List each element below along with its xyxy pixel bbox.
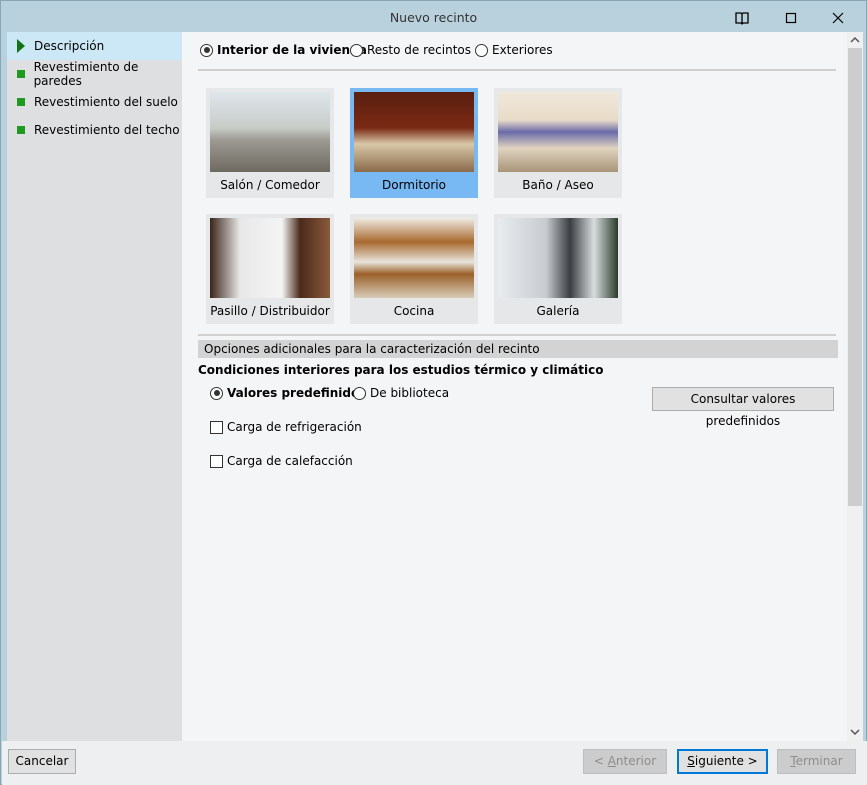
room-tile-pasillo[interactable]: Pasillo / Distribuidor [206, 214, 334, 324]
radio-label: De biblioteca [370, 386, 450, 400]
radio-circle[interactable] [353, 386, 366, 400]
help-book-icon[interactable] [734, 10, 750, 26]
room-tile-galeria[interactable]: Galería [494, 214, 622, 324]
divider [198, 334, 836, 336]
vertical-scrollbar[interactable] [847, 32, 863, 741]
step-label: Revestimiento del techo [34, 123, 180, 137]
finish-button[interactable]: Terminar [777, 749, 856, 774]
label: nterior [615, 754, 657, 768]
maximize-icon[interactable] [783, 10, 799, 26]
current-step-arrow-icon [17, 39, 25, 53]
previous-button[interactable]: < Anterior [583, 749, 667, 774]
radio-circle[interactable] [350, 43, 363, 57]
consult-defaults-button[interactable]: Consultar valores predefinidos [652, 387, 834, 428]
step-label: Revestimiento de paredes [33, 60, 139, 88]
dialog-window: Nuevo recinto Descripción Revestimiento … [0, 0, 867, 785]
divider [198, 69, 836, 71]
tile-label: Pasillo / Distribuidor [210, 304, 330, 318]
salon-image [210, 92, 330, 172]
conditions-title: Condiciones interiores para los estudios… [198, 363, 604, 377]
tile-label: Baño / Aseo [522, 178, 594, 192]
radio-resto[interactable]: Resto de recintos [350, 43, 471, 57]
radio-interior[interactable]: Interior de la vivienda [200, 43, 367, 57]
step-label: Revestimiento del suelo [34, 95, 178, 109]
step-descripcion[interactable]: Descripción [7, 32, 182, 60]
room-tile-cocina[interactable]: Cocina [350, 214, 478, 324]
room-tile-bano[interactable]: Baño / Aseo [494, 88, 622, 198]
radio-label: Interior de la vivienda [217, 43, 367, 57]
tile-label: Cocina [393, 304, 435, 318]
radio-biblioteca[interactable]: De biblioteca [353, 386, 449, 400]
label: iguiente > [694, 754, 758, 768]
content-panel: Interior de la vivienda Resto de recinto… [182, 32, 847, 741]
step-techo[interactable]: Revestimiento del techo [7, 116, 182, 144]
step-square-icon [17, 126, 25, 134]
step-square-icon [17, 70, 25, 78]
step-suelo[interactable]: Revestimiento del suelo [7, 88, 182, 116]
tile-label: Salón / Comedor [220, 178, 320, 192]
dormitorio-image [354, 92, 474, 172]
radio-circle[interactable] [200, 43, 213, 57]
wizard-steps: Descripción Revestimiento de paredes Rev… [7, 32, 182, 741]
radio-predefinidos[interactable]: Valores predefinidos [210, 386, 366, 400]
radio-label: Exteriores [492, 43, 553, 57]
tile-label: Dormitorio [382, 178, 446, 192]
radio-circle[interactable] [210, 386, 223, 400]
checkbox-label: Carga de calefacción [227, 454, 353, 468]
bano-image [498, 92, 618, 172]
label: A [607, 754, 616, 768]
room-tile-salon[interactable]: Salón / Comedor [206, 88, 334, 198]
galeria-image [498, 218, 618, 298]
cocina-image [354, 218, 474, 298]
checkbox-box[interactable] [210, 420, 223, 434]
tile-label: Galería [536, 304, 580, 318]
footer-bar: Cancelar < Anterior Siguiente > Terminar [2, 741, 867, 785]
radio-label: Valores predefinidos [227, 386, 367, 400]
close-icon[interactable] [830, 10, 846, 26]
checkbox-calefaccion[interactable]: Carga de calefacción [210, 454, 353, 468]
checkbox-refrigeracion[interactable]: Carga de refrigeración [210, 420, 362, 434]
step-label: Descripción [34, 39, 105, 53]
label: < [593, 754, 608, 768]
checkbox-label: Carga de refrigeración [227, 420, 362, 434]
scroll-down-icon[interactable] [850, 728, 860, 736]
radio-circle[interactable] [475, 43, 488, 57]
radio-label: Resto de recintos [367, 43, 471, 57]
radio-exteriores[interactable]: Exteriores [475, 43, 553, 57]
cancel-button[interactable]: Cancelar [8, 749, 76, 774]
label: erminar [795, 754, 843, 768]
section-header: Opciones adicionales para la caracteriza… [198, 340, 838, 358]
checkbox-box[interactable] [210, 454, 223, 468]
step-paredes[interactable]: Revestimiento de paredes [7, 60, 182, 88]
scroll-up-icon[interactable] [850, 36, 860, 44]
scrollbar-thumb[interactable] [848, 48, 862, 506]
step-square-icon [17, 98, 25, 106]
room-tile-dormitorio[interactable]: Dormitorio [350, 88, 478, 198]
pasillo-image [210, 218, 330, 298]
next-button[interactable]: Siguiente > [677, 749, 768, 774]
label: S [687, 754, 695, 768]
